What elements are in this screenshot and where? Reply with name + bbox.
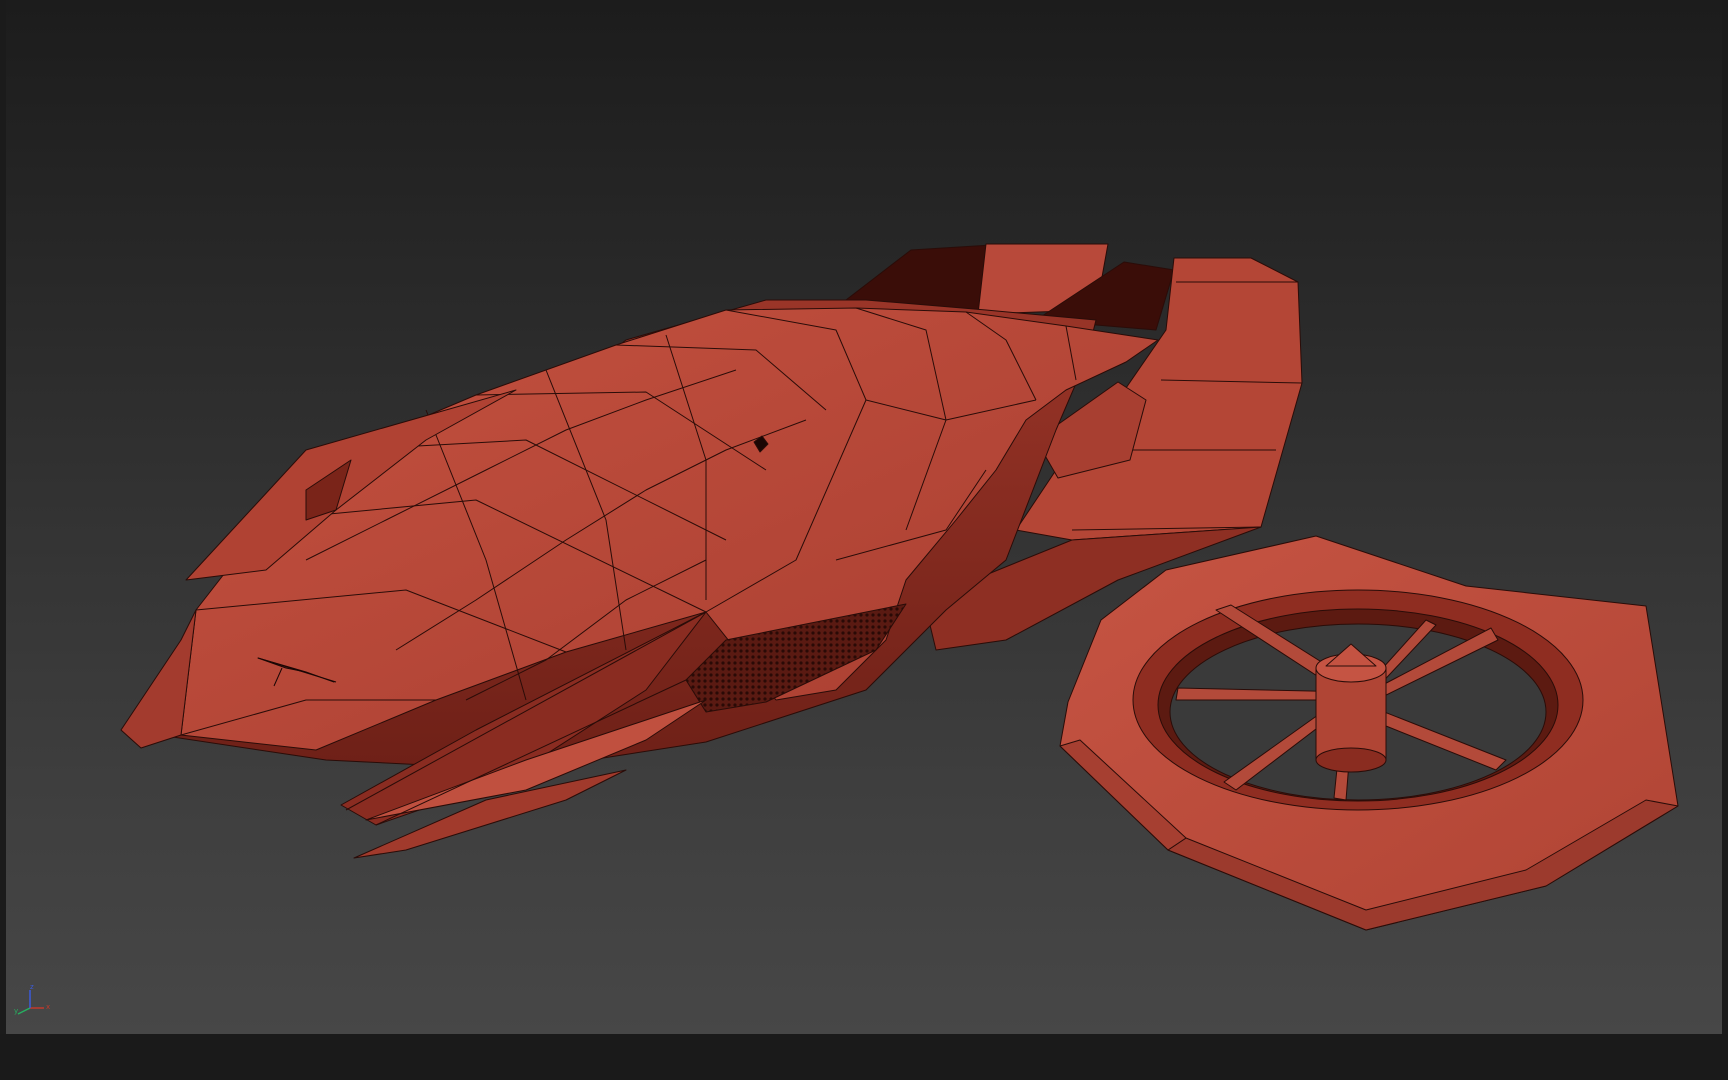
axis-gizmo[interactable]: x y z — [10, 984, 50, 1016]
axis-y-label: y — [14, 1007, 19, 1015]
aircraft-model[interactable] — [6, 0, 1722, 1034]
axis-x-label: x — [46, 1003, 51, 1011]
fan-assembly — [1059, 535, 1679, 931]
perspective-viewport[interactable]: x y z — [6, 0, 1722, 1034]
app-window: x y z — [0, 0, 1728, 1080]
status-bar — [0, 1034, 1728, 1080]
axis-z-label: z — [30, 983, 34, 991]
